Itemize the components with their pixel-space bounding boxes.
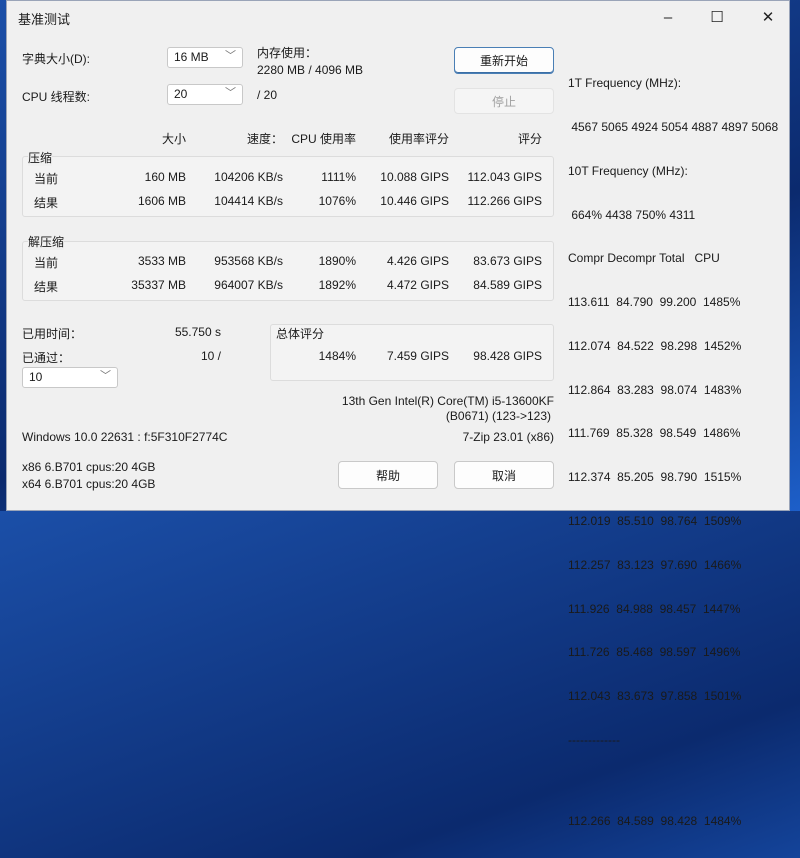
window-title: 基准测试 [18,9,70,28]
sys-line-x64: x64 6.B701 cpus:20 4GB [22,477,155,491]
memory-value: 2280 MB / 4096 MB [257,63,363,77]
cancel-button[interactable]: 取消 [454,461,554,489]
version-info: 7-Zip 23.01 (x86) [354,430,554,444]
cell-cpu: 1890% [277,254,356,268]
cell-usage-rating: 10.088 GIPS [357,170,449,184]
cell-cpu: 1111% [277,170,356,184]
cell-rating: 83.673 GIPS [447,254,542,268]
cpu-detail: (B0671) (123->123) [254,409,551,423]
maximize-button[interactable]: ☐ [694,1,740,33]
help-button[interactable]: 帮助 [338,461,438,489]
cpu-name: 13th Gen Intel(R) Core(TM) i5-13600KF [254,394,554,408]
cell-rating: 84.589 GIPS [447,278,542,292]
header-size: 大小 [127,130,186,147]
cell-cpu: 1892% [277,278,356,292]
log-line: 112.374 85.205 98.790 1515% [568,470,778,485]
log-line: 111.926 84.988 98.457 1447% [568,602,778,617]
chevron-down-icon: ﹀ [100,369,111,384]
close-button[interactable]: ✕ [745,1,791,33]
log-line: 112.864 83.283 98.074 1483% [568,383,778,398]
cell-size: 3533 MB [107,254,186,268]
header-speed: 速度： [197,130,283,147]
header-usage-rating: 使用率评分 [357,130,449,147]
row-label: 当前 [34,170,58,187]
elapsed-value: 55.750 s [127,325,221,339]
log-line: 112.257 83.123 97.690 1466% [568,558,778,573]
compress-label: 压缩 [28,149,52,166]
log-line: 1T Frequency (MHz): [568,76,778,91]
cell-size: 160 MB [107,170,186,184]
log-line: 111.769 85.328 98.549 1486% [568,426,778,441]
cell-usage-rating: 4.472 GIPS [357,278,449,292]
dict-size-value: 16 MB [174,50,209,64]
chevron-down-icon: ﹀ [225,49,236,64]
threads-label: CPU 线程数: [22,88,90,105]
log-line: 4567 5065 4924 5054 4887 4897 5068 [568,120,778,135]
cell-speed: 964007 KB/s [197,278,283,292]
row-label: 结果 [34,194,58,211]
log-line: 111.726 85.468 98.597 1496% [568,645,778,660]
passed-value: 10 / [127,349,221,363]
total-rating-label: 总体评分 [276,325,324,342]
cell-speed: 104414 KB/s [197,194,283,208]
passes-select[interactable]: 10 ﹀ [22,367,118,388]
stop-button[interactable]: 停止 [454,88,554,114]
restart-button[interactable]: 重新开始 [454,47,554,74]
passed-label: 已通过： [22,349,70,366]
log-line: 113.611 84.790 99.200 1485% [568,295,778,310]
log-separator: ------------- [568,733,778,748]
log-line-average: 112.266 84.589 98.428 1484% [568,814,778,829]
cell-speed: 104206 KB/s [197,170,283,184]
minimize-button[interactable]: – [645,1,691,33]
chevron-down-icon: ﹀ [225,86,236,101]
log-line: 664% 4438 750% 4311 [568,208,778,223]
total-usage-rating: 7.459 GIPS [357,349,449,363]
passes-value: 10 [29,370,42,384]
header-cpu: CPU 使用率 [277,130,356,147]
header-rating: 评分 [457,130,542,147]
cell-size: 35337 MB [107,278,186,292]
benchmark-window: 基准测试 – ☐ ✕ 字典大小(D): 16 MB ﹀ 内存使用： 2280 MB… [6,0,790,511]
threads-select[interactable]: 20 ﹀ [167,84,243,105]
memory-label: 内存使用： [257,44,317,61]
threads-value: 20 [174,87,187,101]
cell-speed: 953568 KB/s [197,254,283,268]
total-cpu: 1484% [277,349,356,363]
os-info: Windows 10.0 22631 : f:5F310F2774C [22,430,227,444]
threads-total: / 20 [257,88,277,102]
elapsed-label: 已用时间： [22,325,82,342]
cell-rating: 112.266 GIPS [447,194,542,208]
decompress-group [22,241,554,301]
cell-usage-rating: 4.426 GIPS [357,254,449,268]
log-line: Compr Decompr Total CPU [568,251,778,266]
cell-usage-rating: 10.446 GIPS [357,194,449,208]
benchmark-log: 1T Frequency (MHz): 4567 5065 4924 5054 … [568,47,778,858]
cell-rating: 112.043 GIPS [447,170,542,184]
decompress-label: 解压缩 [28,233,64,250]
row-label: 结果 [34,278,58,295]
log-line: 112.019 85.510 98.764 1509% [568,514,778,529]
cell-size: 1606 MB [107,194,186,208]
log-line: 112.074 84.522 98.298 1452% [568,339,778,354]
log-line: 10T Frequency (MHz): [568,164,778,179]
row-label: 当前 [34,254,58,271]
log-line [568,777,778,785]
dict-size-select[interactable]: 16 MB ﹀ [167,47,243,68]
log-line: 112.043 83.673 97.858 1501% [568,689,778,704]
cell-cpu: 1076% [277,194,356,208]
dict-size-label: 字典大小(D): [22,50,90,67]
sys-line-x86: x86 6.B701 cpus:20 4GB [22,460,155,474]
total-rating: 98.428 GIPS [447,349,542,363]
